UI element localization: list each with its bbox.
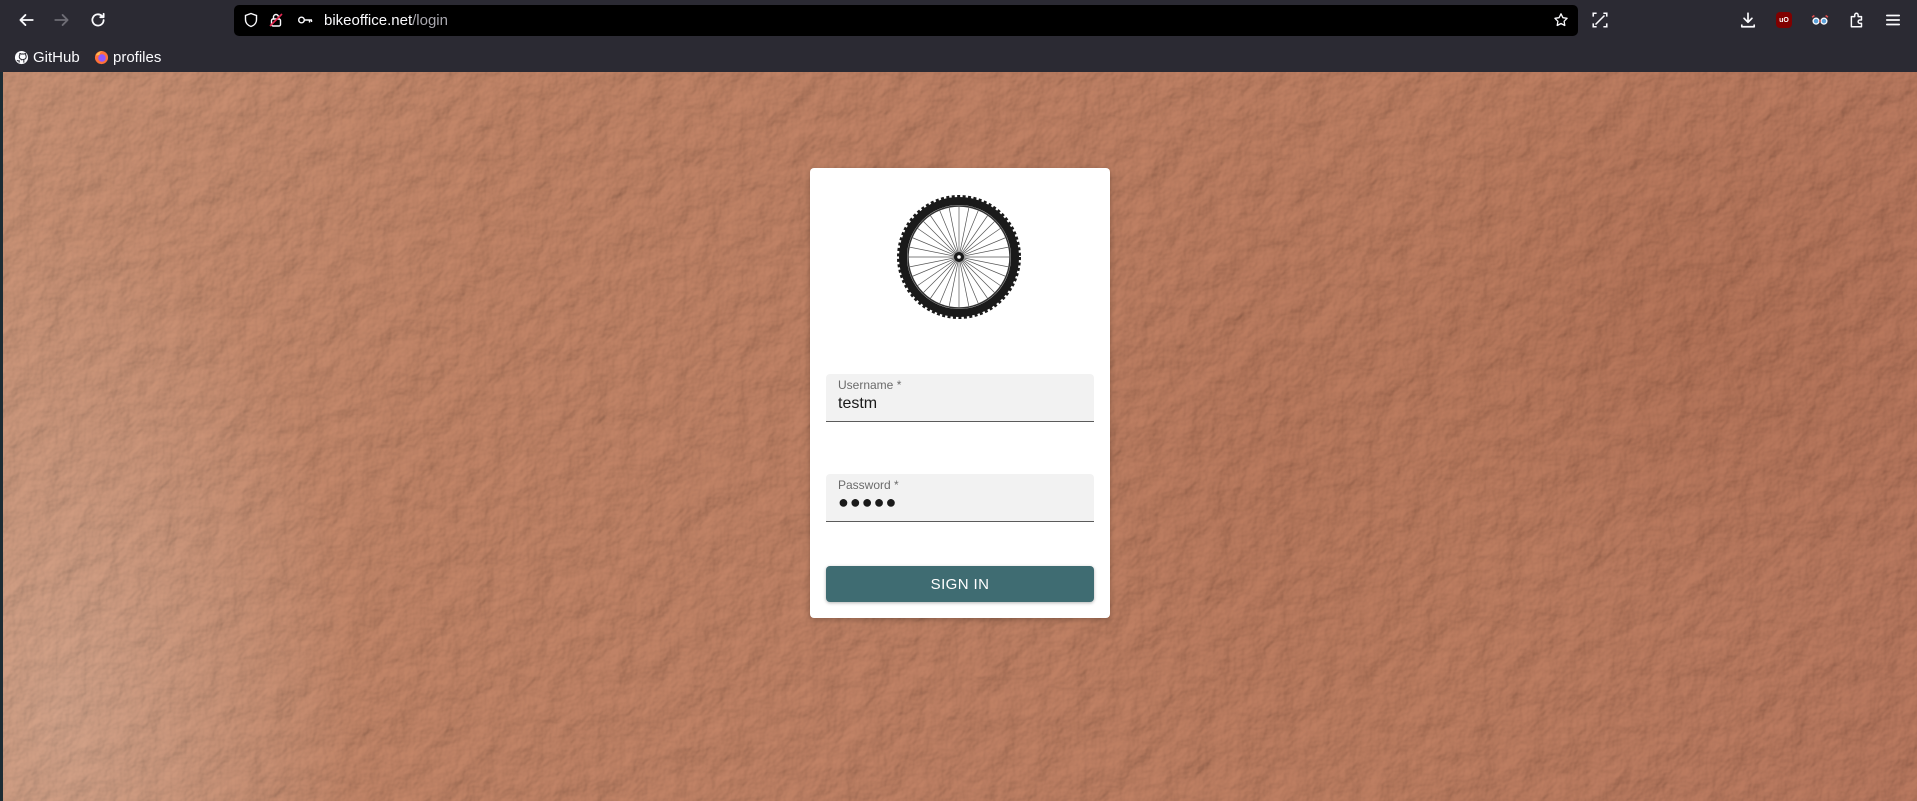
sign-in-button[interactable]: SIGN IN xyxy=(826,566,1094,602)
firefox-icon xyxy=(94,50,109,64)
username-input[interactable] xyxy=(838,395,1078,413)
browser-chrome: bikeoffice.net/login uO GitHub profiles xyxy=(0,0,1917,72)
back-arrow-icon xyxy=(19,14,34,26)
password-label: Password * xyxy=(838,478,899,492)
ublock-origin-icon[interactable]: uO xyxy=(1772,8,1796,32)
bookmark-label: GitHub xyxy=(33,48,80,66)
shield-icon[interactable] xyxy=(242,11,260,29)
bookmarks-toolbar: GitHub profiles xyxy=(0,41,1917,72)
extensions-puzzle-icon[interactable] xyxy=(1845,8,1869,32)
downloads-icon[interactable] xyxy=(1736,8,1760,32)
url-path: /login xyxy=(412,12,448,29)
screenshot-extension-icon[interactable] xyxy=(1588,8,1612,32)
bookmark-label: profiles xyxy=(113,48,162,66)
ublock-badge: uO xyxy=(1776,12,1792,28)
forward-arrow-icon xyxy=(54,14,69,26)
username-label: Username * xyxy=(838,378,902,392)
github-icon xyxy=(14,50,29,64)
password-field[interactable]: Password * ●●●●● xyxy=(826,474,1094,522)
login-page: Username * Password * ●●●●● SIGN IN xyxy=(0,72,1917,801)
url-bar[interactable]: bikeoffice.net/login xyxy=(234,5,1578,36)
back-button[interactable] xyxy=(14,8,38,32)
reload-icon xyxy=(91,12,105,27)
url-domain: bikeoffice.net xyxy=(324,12,413,29)
bicycle-wheel-icon xyxy=(897,195,1021,319)
menu-icon[interactable] xyxy=(1881,8,1905,32)
bookmark-github[interactable]: GitHub xyxy=(14,47,80,67)
navigation-bar: bikeoffice.net/login uO xyxy=(0,0,1917,41)
password-input[interactable]: ●●●●● xyxy=(838,492,1078,513)
bookmark-star-icon[interactable] xyxy=(1552,11,1570,29)
forward-button[interactable] xyxy=(50,8,74,32)
reload-button[interactable] xyxy=(86,8,110,32)
key-icon[interactable] xyxy=(296,11,314,29)
username-field[interactable]: Username * xyxy=(826,374,1094,422)
lock-insecure-icon[interactable] xyxy=(267,11,285,29)
login-card: Username * Password * ●●●●● SIGN IN xyxy=(810,168,1110,618)
page-left-edge xyxy=(0,72,3,801)
glasses-extension-icon[interactable] xyxy=(1808,8,1832,32)
bookmark-profiles[interactable]: profiles xyxy=(94,47,161,67)
url-text[interactable]: bikeoffice.net/login xyxy=(324,12,448,29)
